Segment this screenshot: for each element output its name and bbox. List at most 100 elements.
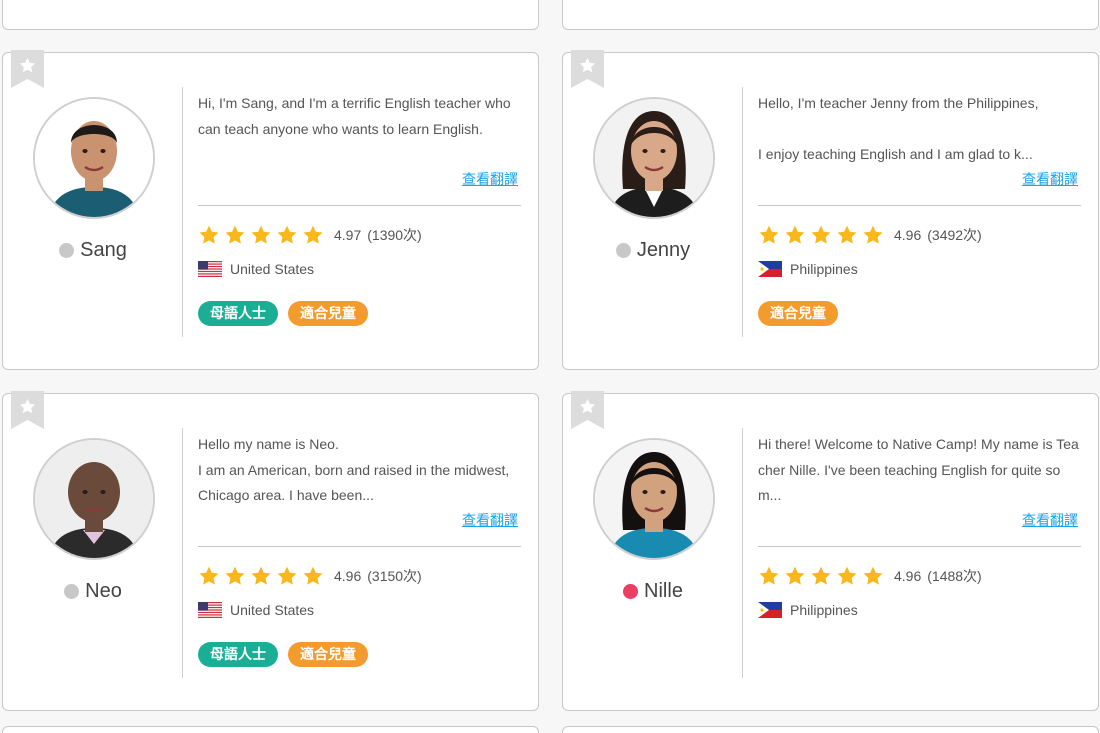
bookmark-icon[interactable] bbox=[571, 50, 604, 88]
teacher-card[interactable]: Sang Hi, I'm Sang, and I'm a terrific Eng… bbox=[2, 50, 539, 370]
teacher-card-partial[interactable] bbox=[2, 0, 539, 30]
star-icon bbox=[250, 565, 272, 587]
tag-badge: 適合兒童 bbox=[758, 301, 838, 326]
avatar[interactable] bbox=[593, 97, 715, 219]
teacher-name[interactable]: Sang bbox=[80, 239, 127, 262]
us-flag-icon bbox=[198, 261, 222, 277]
translate-link[interactable]: 查看翻譯 bbox=[462, 169, 518, 189]
divider bbox=[182, 428, 183, 678]
ph-flag-icon bbox=[758, 602, 782, 618]
star-icon bbox=[302, 224, 324, 246]
teacher-bio: Hi, I'm Sang, and I'm a terrific English… bbox=[198, 95, 511, 137]
divider bbox=[758, 546, 1081, 547]
tag-badge: 母語人士 bbox=[198, 301, 278, 326]
review-count: (1390次) bbox=[367, 227, 422, 243]
bookmark-icon[interactable] bbox=[571, 391, 604, 429]
star-icon bbox=[250, 224, 272, 246]
status-dot bbox=[615, 243, 631, 258]
rating-stars bbox=[758, 565, 884, 587]
divider bbox=[742, 428, 743, 678]
rating-row: 4.96 (3150次) bbox=[198, 564, 422, 588]
divider bbox=[198, 205, 521, 206]
rating-row: 4.96 (3492次) bbox=[758, 223, 982, 247]
tag-list: 適合兒童 bbox=[758, 301, 838, 326]
divider bbox=[742, 87, 743, 337]
teacher-card-partial[interactable] bbox=[2, 726, 539, 733]
tag-badge: 母語人士 bbox=[198, 642, 278, 667]
status-dot bbox=[59, 243, 75, 258]
rating-value: 4.97 bbox=[334, 227, 362, 243]
teacher-card[interactable]: Jenny Hello, I'm teacher Jenny from the P… bbox=[562, 50, 1099, 370]
country-row: United States bbox=[198, 600, 314, 620]
star-icon bbox=[784, 224, 806, 246]
star-icon bbox=[224, 565, 246, 587]
rating-row: 4.96 (1488次) bbox=[758, 564, 982, 588]
star-icon bbox=[784, 565, 806, 587]
country-row: United States bbox=[198, 259, 314, 279]
teacher-card[interactable]: Nille Hi there! Welcome to Native Camp! M… bbox=[562, 391, 1099, 711]
teacher-bio: Hi there! Welcome to Native Camp! My nam… bbox=[758, 436, 1079, 503]
teacher-bio: Hello, I'm teacher Jenny from the Philip… bbox=[758, 95, 1039, 162]
tag-list: 母語人士 適合兒童 bbox=[198, 301, 368, 326]
us-flag-icon bbox=[198, 602, 222, 618]
avatar[interactable] bbox=[593, 438, 715, 560]
country-name: United States bbox=[230, 261, 315, 277]
translate-link[interactable]: 查看翻譯 bbox=[1022, 510, 1078, 530]
teacher-name-row: Neo bbox=[3, 580, 183, 603]
translate-link[interactable]: 查看翻譯 bbox=[1022, 169, 1078, 189]
star-icon bbox=[810, 565, 832, 587]
star-icon bbox=[302, 565, 324, 587]
rating-stars bbox=[198, 224, 324, 246]
star-icon bbox=[276, 565, 298, 587]
divider bbox=[182, 87, 183, 337]
tag-badge: 適合兒童 bbox=[288, 642, 368, 667]
country-name: Philippines bbox=[790, 602, 858, 618]
tag-badge: 適合兒童 bbox=[288, 301, 368, 326]
status-dot bbox=[64, 584, 80, 599]
teacher-name[interactable]: Neo bbox=[85, 580, 122, 603]
divider bbox=[758, 205, 1081, 206]
teacher-bio: Hello my name is Neo. I am an American, … bbox=[198, 436, 510, 503]
country-name: United States bbox=[230, 602, 315, 618]
teacher-name[interactable]: Nille bbox=[644, 580, 683, 603]
review-count: (3150次) bbox=[367, 568, 422, 584]
rating-value: 4.96 bbox=[334, 568, 362, 584]
tag-list: 母語人士 適合兒童 bbox=[198, 642, 368, 667]
star-icon bbox=[758, 224, 780, 246]
country-name: Philippines bbox=[790, 261, 858, 277]
star-icon bbox=[862, 565, 884, 587]
rating-value: 4.96 bbox=[894, 227, 922, 243]
star-icon bbox=[198, 565, 220, 587]
teacher-card[interactable]: Neo Hello my name is Neo. I am an America… bbox=[2, 391, 539, 711]
bookmark-icon[interactable] bbox=[11, 50, 44, 88]
teacher-card-partial[interactable] bbox=[562, 0, 1099, 30]
rating-stars bbox=[198, 565, 324, 587]
teacher-name[interactable]: Jenny bbox=[637, 239, 690, 262]
country-row: Philippines bbox=[758, 259, 858, 279]
star-icon bbox=[836, 565, 858, 587]
bookmark-icon[interactable] bbox=[11, 391, 44, 429]
star-icon bbox=[198, 224, 220, 246]
ph-flag-icon bbox=[758, 261, 782, 277]
star-icon bbox=[836, 224, 858, 246]
teacher-name-row: Sang bbox=[3, 239, 183, 262]
avatar[interactable] bbox=[33, 97, 155, 219]
translate-link[interactable]: 查看翻譯 bbox=[462, 510, 518, 530]
avatar[interactable] bbox=[33, 438, 155, 560]
review-count: (3492次) bbox=[927, 227, 982, 243]
star-icon bbox=[276, 224, 298, 246]
country-row: Philippines bbox=[758, 600, 858, 620]
status-dot bbox=[623, 584, 639, 599]
rating-stars bbox=[758, 224, 884, 246]
star-icon bbox=[758, 565, 780, 587]
rating-row: 4.97 (1390次) bbox=[198, 223, 422, 247]
teacher-card-partial[interactable] bbox=[562, 726, 1099, 733]
teacher-name-row: Jenny bbox=[563, 239, 743, 262]
star-icon bbox=[224, 224, 246, 246]
divider bbox=[198, 546, 521, 547]
review-count: (1488次) bbox=[927, 568, 982, 584]
teacher-list: Sang Hi, I'm Sang, and I'm a terrific Eng… bbox=[0, 0, 1100, 733]
rating-value: 4.96 bbox=[894, 568, 922, 584]
star-icon bbox=[862, 224, 884, 246]
teacher-name-row: Nille bbox=[563, 580, 743, 603]
